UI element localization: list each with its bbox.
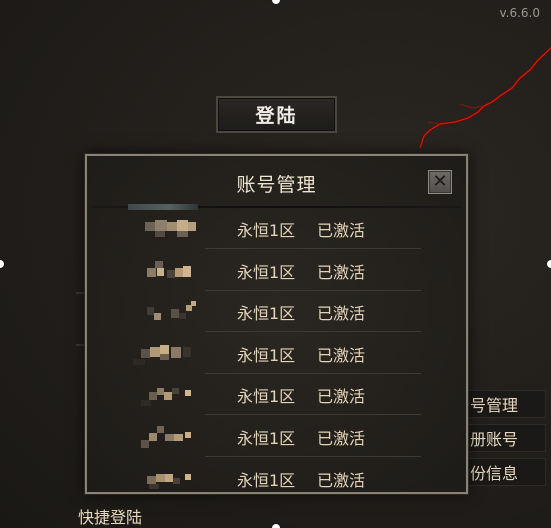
login-button[interactable]: 登陆 (216, 96, 337, 133)
pixelated-account-name (127, 339, 201, 369)
identity-info-button[interactable]: 份信息 (466, 458, 546, 486)
close-icon[interactable]: ✕ (428, 170, 452, 194)
account-status: 已激活 (317, 304, 366, 323)
account-row[interactable]: 永恒1区 已激活 (87, 208, 466, 249)
quick-login-link[interactable]: 快捷登陆 (78, 504, 142, 528)
account-row[interactable]: 永恒1区 已激活 (87, 374, 466, 415)
pixelated-account-name (127, 380, 201, 410)
server-name: 永恒1区 (237, 471, 296, 490)
register-account-button[interactable]: 册账号 (466, 424, 546, 452)
server-name: 永恒1区 (237, 429, 296, 448)
version-label: v.6.6.0 (499, 6, 540, 20)
account-management-dialog: 账号管理 ✕ 永恒1区 已激活 永恒1区 已激活 永恒1区 已激活 永恒1区 已… (85, 154, 468, 494)
account-row[interactable]: 永恒1区 已激活 (87, 250, 466, 291)
server-name: 永恒1区 (237, 304, 296, 323)
server-name: 永恒1区 (237, 263, 296, 282)
account-row[interactable]: 永恒1区 已激活 (87, 458, 466, 499)
game-login-screen: v.6.6.0 登陆 号管理 册账号 份信息 快捷登陆 账号管理 ✕ 永恒1区 … (0, 0, 551, 528)
pixelated-account-name (127, 464, 201, 494)
divider-tick (76, 292, 84, 294)
server-name: 永恒1区 (237, 346, 296, 365)
server-name: 永恒1区 (237, 387, 296, 406)
divider-tick (76, 344, 84, 346)
account-status: 已激活 (317, 221, 366, 240)
account-status: 已激活 (317, 346, 366, 365)
account-status: 已激活 (317, 263, 366, 282)
account-management-button[interactable]: 号管理 (466, 390, 546, 418)
account-status: 已激活 (317, 387, 366, 406)
account-row[interactable]: 永恒1区 已激活 (87, 416, 466, 457)
pixelated-account-name (127, 422, 201, 452)
account-status: 已激活 (317, 471, 366, 490)
row-divider (205, 414, 421, 415)
pixelated-account-name (127, 214, 201, 244)
row-divider (205, 456, 421, 457)
dialog-title: 账号管理 (236, 174, 317, 196)
row-divider (205, 331, 421, 332)
account-status: 已激活 (317, 429, 366, 448)
pixelated-account-name (127, 297, 201, 327)
pixelated-account-name (127, 256, 201, 286)
server-name: 永恒1区 (237, 221, 296, 240)
account-row[interactable]: 永恒1区 已激活 (87, 333, 466, 374)
account-row[interactable]: 永恒1区 已激活 (87, 291, 466, 332)
row-divider (205, 248, 421, 249)
